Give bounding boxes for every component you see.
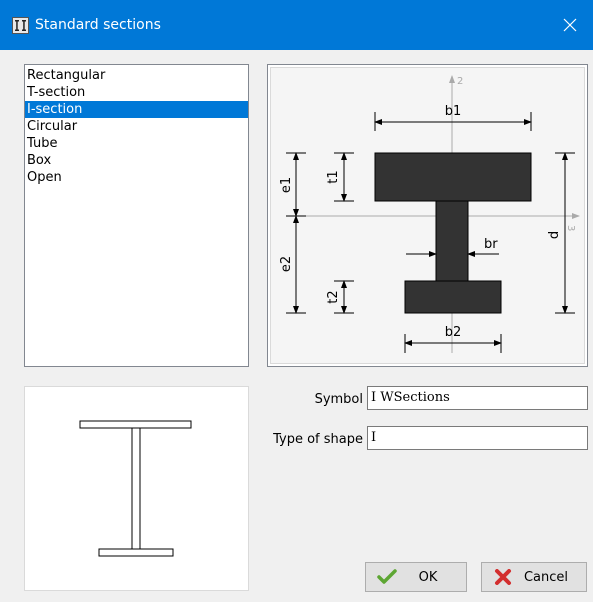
section-preview-panel: [24, 386, 249, 591]
list-item-open[interactable]: Open: [25, 169, 248, 186]
section-app-icon: [12, 17, 29, 34]
axis-3-label: 3: [565, 225, 576, 231]
dimension-diagram-panel: 2 3 b1 b2 t1 t2 e1 e2 d br: [267, 64, 588, 367]
close-button[interactable]: [547, 0, 593, 50]
list-item-tube[interactable]: Tube: [25, 135, 248, 152]
symbol-input[interactable]: I WSections: [367, 386, 588, 410]
section-type-list[interactable]: Rectangular T-section I-section Circular…: [24, 64, 249, 367]
checkmark-icon: [376, 568, 398, 586]
cancel-button[interactable]: Cancel: [481, 562, 587, 592]
list-item-circular[interactable]: Circular: [25, 118, 248, 135]
i-section-dimension-diagram: 2 3 b1 b2 t1 t2 e1 e2 d br: [279, 75, 580, 353]
title-bar: Standard sections: [0, 0, 593, 50]
cancel-label: Cancel: [523, 569, 569, 585]
web: [435, 200, 469, 282]
axis-2-label: 2: [457, 76, 463, 87]
list-item-i-section[interactable]: I-section: [25, 101, 248, 118]
t1-label: t1: [326, 170, 341, 183]
preview-top-flange: [79, 420, 192, 429]
dimension-diagram-area: 2 3 b1 b2 t1 t2 e1 e2 d br: [270, 67, 585, 364]
ok-label: OK: [418, 569, 438, 585]
list-item-box[interactable]: Box: [25, 152, 248, 169]
shape-type-input[interactable]: I: [367, 426, 588, 450]
window-title: Standard sections: [35, 17, 161, 33]
preview-web: [131, 427, 141, 550]
i-section-preview: [79, 420, 192, 557]
red-x-icon: [492, 568, 514, 586]
bottom-flange: [404, 280, 502, 314]
e2-label: e2: [279, 256, 294, 272]
t2-label: t2: [326, 290, 341, 303]
b1-label: b1: [445, 104, 462, 119]
ok-button[interactable]: OK: [365, 562, 467, 592]
preview-bottom-flange: [98, 548, 174, 557]
e1-label: e1: [279, 177, 294, 193]
b2-label: b2: [445, 325, 462, 340]
list-item-rectangular[interactable]: Rectangular: [25, 67, 248, 84]
top-flange: [374, 152, 532, 202]
shape-type-label: Type of shape: [273, 432, 363, 447]
list-item-t-section[interactable]: T-section: [25, 84, 248, 101]
d-label: d: [547, 231, 562, 239]
close-icon: [563, 18, 577, 32]
symbol-label: Symbol: [314, 392, 363, 407]
br-label: br: [484, 237, 498, 252]
